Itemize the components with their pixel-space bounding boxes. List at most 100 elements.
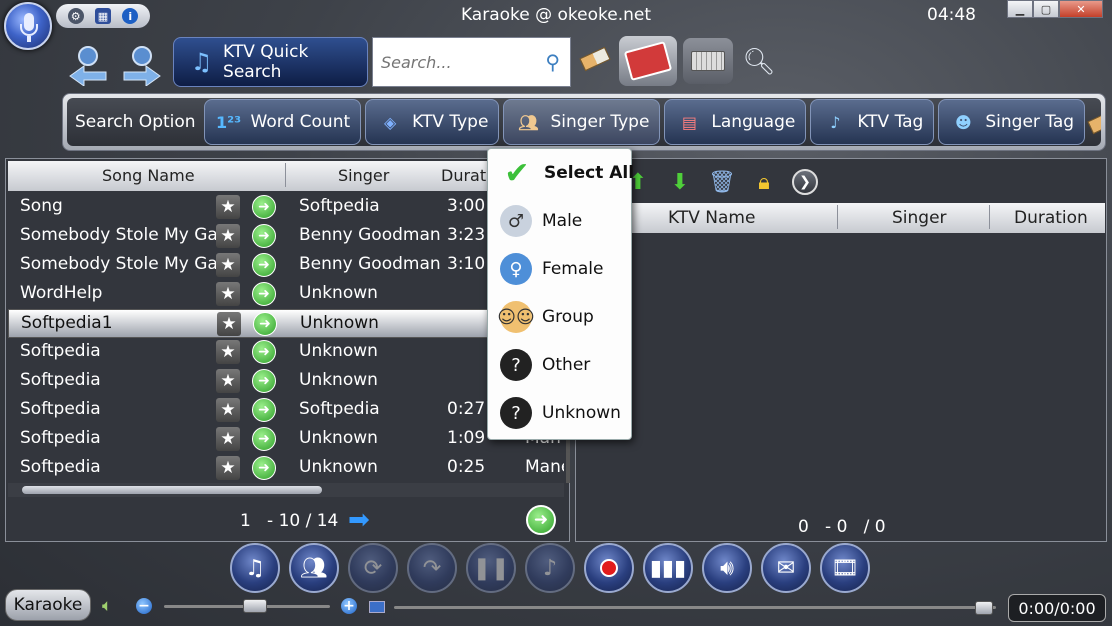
add-arrow-icon[interactable]: ➜ <box>253 312 277 336</box>
menu-item-unknown[interactable]: ? Unknown <box>500 395 621 431</box>
star-icon[interactable]: ★ <box>216 282 240 306</box>
add-arrow-icon[interactable]: ➜ <box>252 427 276 451</box>
table-row[interactable]: Softpedia ★ ➜ Softpedia 0:27 <box>8 396 564 425</box>
volume-slider-thumb[interactable] <box>243 599 268 613</box>
horizontal-scrollbar[interactable] <box>8 483 564 497</box>
column-ktv-name[interactable]: KTV Name <box>668 208 755 228</box>
singer-name: Benny Goodman <box>299 254 441 274</box>
star-icon[interactable]: ★ <box>216 253 240 277</box>
music-library-icon[interactable]: ♫ <box>230 543 280 593</box>
menu-item-other[interactable]: ? Other <box>500 347 590 383</box>
search-icon[interactable]: ⚲ <box>545 50 560 74</box>
chat-icon[interactable]: ✉ <box>761 543 811 593</box>
clear-options-icon[interactable] <box>1087 109 1101 135</box>
singer-name: Unknown <box>299 283 378 303</box>
menu-item-label: Other <box>542 355 591 375</box>
ktv-tag-button[interactable]: ♪ KTV Tag <box>810 99 935 145</box>
menu-item-male[interactable]: ♂ Male <box>500 203 582 239</box>
table-row[interactable]: Softpedia ★ ➜ Unknown 0:25 Mane <box>8 454 564 483</box>
maximize-button[interactable]: ▢ <box>1033 0 1059 18</box>
star-icon[interactable]: ★ <box>216 456 240 480</box>
singer-name: Unknown <box>299 428 378 448</box>
next-icon[interactable]: ❯ <box>792 169 818 195</box>
display-mode-icon[interactable] <box>369 601 385 613</box>
menu-item-group[interactable]: ☺☺ Group <box>497 299 594 335</box>
column-singer[interactable]: Singer <box>892 208 947 228</box>
ktv-quick-search-button[interactable]: ♫ KTV Quick Search <box>173 37 368 87</box>
forward-arrow-icon[interactable] <box>120 42 164 87</box>
play-selected-button[interactable]: ➜ <box>526 505 556 535</box>
singer-name: Softpedia <box>299 196 380 216</box>
star-icon[interactable]: ★ <box>216 195 240 219</box>
word-count-button[interactable]: 1²³ Word Count <box>203 99 362 145</box>
column-singer[interactable]: Singer <box>338 166 389 185</box>
duration: 3:00 <box>447 196 486 216</box>
add-arrow-icon[interactable]: ➜ <box>252 253 276 277</box>
singer-type-button[interactable]: 👥︎ Singer Type <box>503 99 661 145</box>
video-file-icon[interactable]: 🎞︎ <box>820 543 870 593</box>
repeat-icon[interactable]: ⟳ <box>348 543 398 593</box>
add-arrow-icon[interactable]: ➜ <box>252 340 276 364</box>
pause-icon[interactable]: ❚❚ <box>466 543 516 593</box>
progress-slider[interactable] <box>394 606 996 609</box>
column-duration[interactable]: Duration <box>1014 208 1088 228</box>
singers-icon[interactable]: 👥︎ <box>289 543 339 593</box>
move-down-icon[interactable]: ⬇ <box>666 168 694 196</box>
add-arrow-icon[interactable]: ➜ <box>252 369 276 393</box>
volume-up-button[interactable]: + <box>341 598 357 614</box>
record-icon[interactable] <box>584 543 634 593</box>
table-row[interactable]: Softpedia★➜Unknown1:09Man <box>8 425 564 454</box>
table-row[interactable]: WordHelp ★ ➜ Unknown <box>8 280 564 309</box>
add-arrow-icon[interactable]: ➜ <box>252 282 276 306</box>
table-row[interactable]: Somebody Stole My Gal ★ ➜ Benny Goodman 3:10 <box>8 251 564 280</box>
singer-tag-button[interactable]: ☻ Singer Tag <box>938 99 1086 145</box>
menu-item-female[interactable]: ♀ Female <box>500 251 603 287</box>
trash-icon[interactable]: 🗑︎ <box>708 168 736 196</box>
time-display: 0:00/0:00 <box>1008 594 1106 622</box>
next-page-arrow-icon[interactable]: ➡ <box>348 505 370 535</box>
volume-down-button[interactable]: − <box>136 598 152 614</box>
progress-slider-thumb[interactable] <box>974 601 993 615</box>
volume-icon[interactable]: 🔈︎ <box>102 596 112 616</box>
menu-item-select-all[interactable]: ✔ Select All <box>500 155 634 191</box>
language-button[interactable]: ▤ Language <box>664 99 807 145</box>
song-list-panel: Song Name Singer Duratio Song ★ ➜ Softpedia… <box>5 158 570 542</box>
keyboard-icon[interactable] <box>683 38 733 84</box>
handwriting-pad-icon[interactable] <box>619 36 677 86</box>
eraser-icon[interactable] <box>579 46 611 72</box>
singer-name: Softpedia <box>299 399 380 419</box>
add-arrow-icon[interactable]: ➜ <box>252 398 276 422</box>
minimize-button[interactable]: ▁ <box>1007 0 1033 18</box>
star-icon[interactable]: ★ <box>216 340 240 364</box>
male-icon: ♂ <box>500 205 532 237</box>
star-icon[interactable]: ★ <box>217 312 241 336</box>
equalizer-icon[interactable]: ▮▮▮ <box>643 543 693 593</box>
magnifier-icon[interactable]: 🔍︎ <box>741 44 777 80</box>
add-arrow-icon[interactable]: ➜ <box>252 224 276 248</box>
karaoke-mode-button[interactable]: Karaoke <box>5 589 91 621</box>
speaker-icon[interactable]: 🔊︎ <box>702 543 752 593</box>
add-arrow-icon[interactable]: ➜ <box>252 456 276 480</box>
playlist-header: KTV Name Singer Duration <box>578 203 1105 233</box>
ktv-type-button[interactable]: ◈ KTV Type <box>365 99 500 145</box>
column-song-name[interactable]: Song Name <box>102 166 195 185</box>
app-window: ⚙ ▦ i Karaoke @ okeoke.net 04:48 ▁ ▢ ✕ ♫… <box>0 0 1112 626</box>
star-icon[interactable]: ★ <box>216 224 240 248</box>
forward-icon[interactable]: ↷ <box>407 543 457 593</box>
table-row[interactable]: Song ★ ➜ Softpedia 3:00 <box>8 193 564 222</box>
star-icon[interactable]: ★ <box>216 369 240 393</box>
table-row[interactable]: Softpedia ★ ➜ Unknown <box>8 338 564 367</box>
close-button[interactable]: ✕ <box>1059 0 1103 18</box>
table-row[interactable]: Softpedia ★ ➜ Unknown <box>8 367 564 396</box>
lock-icon[interactable]: 🔒︎ <box>750 168 778 196</box>
microphone-icon[interactable] <box>4 2 52 50</box>
add-arrow-icon[interactable]: ➜ <box>252 195 276 219</box>
singer-name: Benny Goodman <box>299 225 441 245</box>
table-row[interactable]: Somebody Stole My Gal ★ ➜ Benny Goodman 3:23 <box>8 222 564 251</box>
vocal-icon[interactable]: ♪ <box>525 543 575 593</box>
star-icon[interactable]: ★ <box>216 427 240 451</box>
back-arrow-icon[interactable] <box>66 42 110 87</box>
star-icon[interactable]: ★ <box>216 398 240 422</box>
table-row[interactable]: Softpedia1 ★ ➜ Unknown <box>8 309 564 338</box>
search-input[interactable] <box>381 52 541 72</box>
